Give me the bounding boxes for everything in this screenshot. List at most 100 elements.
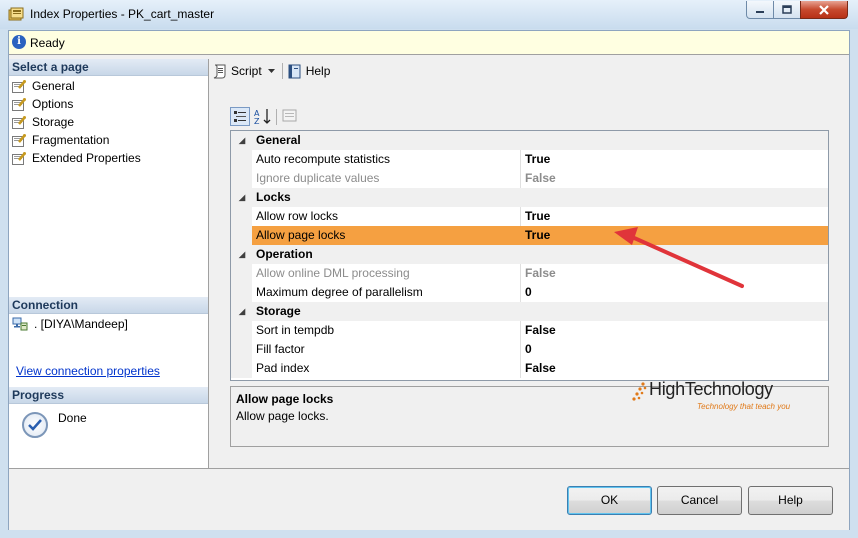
page-item-options[interactable]: Options bbox=[12, 95, 73, 113]
property-name: Allow online DML processing bbox=[256, 266, 410, 280]
category-name: Operation bbox=[256, 247, 313, 261]
property-row[interactable]: Fill factor 0 bbox=[231, 340, 828, 359]
page-item-fragmentation[interactable]: Fragmentation bbox=[12, 131, 109, 149]
property-row[interactable]: Ignore duplicate values False bbox=[231, 169, 828, 188]
close-icon bbox=[819, 4, 829, 15]
grid-toolbar-separator bbox=[276, 109, 277, 125]
toolbar-separator bbox=[281, 63, 283, 79]
page-wrench-icon bbox=[12, 97, 26, 111]
property-grid-toolbar: AZ bbox=[230, 107, 303, 127]
hightechnology-watermark: HighTechnology Technology that teach you bbox=[625, 379, 805, 417]
property-value: 0 bbox=[525, 285, 532, 299]
watermark-brand: HighTechnology bbox=[649, 379, 773, 399]
description-title: Allow page locks bbox=[236, 392, 334, 406]
property-name: Auto recompute statistics bbox=[256, 152, 391, 166]
page-item-label: Fragmentation bbox=[32, 133, 110, 147]
view-connection-properties-link[interactable]: View connection properties bbox=[16, 364, 160, 378]
categorized-icon bbox=[234, 111, 246, 122]
page-wrench-icon bbox=[12, 115, 26, 129]
cancel-button[interactable]: Cancel bbox=[657, 486, 742, 515]
window-title: Index Properties - PK_cart_master bbox=[30, 7, 215, 21]
page-wrench-icon bbox=[12, 79, 26, 93]
info-icon: i bbox=[12, 35, 26, 49]
page-item-general[interactable]: General bbox=[12, 77, 75, 95]
description-text: Allow page locks. bbox=[236, 409, 329, 423]
category-name: General bbox=[256, 133, 301, 147]
page-item-label: Options bbox=[32, 97, 74, 111]
page-item-extended-properties[interactable]: Extended Properties bbox=[12, 149, 141, 167]
logo-dots-icon bbox=[632, 382, 647, 401]
close-button[interactable] bbox=[800, 1, 848, 19]
category-name: Storage bbox=[256, 304, 301, 318]
page-selector-pane: Select a page General Options Storage Fr… bbox=[9, 59, 209, 468]
property-name: Maximum degree of parallelism bbox=[256, 285, 423, 299]
script-dropdown[interactable] bbox=[267, 68, 275, 74]
alphabetical-button[interactable]: AZ bbox=[253, 107, 273, 126]
property-row-selected[interactable]: Allow page locks True bbox=[231, 226, 828, 245]
help-book-icon bbox=[288, 64, 301, 78]
categorized-button[interactable] bbox=[230, 107, 250, 126]
script-icon bbox=[213, 64, 226, 78]
minimize-icon bbox=[756, 10, 764, 13]
property-row[interactable]: Auto recompute statistics True bbox=[231, 150, 828, 169]
index-properties-icon bbox=[8, 7, 24, 21]
property-row[interactable]: Sort in tempdb False bbox=[231, 321, 828, 340]
server-connection-icon bbox=[12, 317, 28, 331]
page-item-label: Storage bbox=[32, 115, 75, 129]
property-value: 0 bbox=[525, 342, 532, 356]
category-name: Locks bbox=[256, 190, 291, 204]
help-dialog-button[interactable]: Help bbox=[748, 486, 833, 515]
page-wrench-icon bbox=[12, 151, 26, 165]
page-item-storage[interactable]: Storage bbox=[12, 113, 74, 131]
progress-status-text: Done bbox=[58, 411, 87, 425]
connection-item: . [DIYA\Mandeep] bbox=[12, 317, 128, 331]
property-value: False bbox=[525, 361, 556, 375]
category-row-general[interactable]: ◢ General bbox=[231, 131, 828, 150]
property-row[interactable]: Allow online DML processing False bbox=[231, 264, 828, 283]
status-text: Ready bbox=[30, 36, 65, 50]
progress-header: Progress bbox=[9, 387, 208, 404]
property-value: True bbox=[525, 228, 551, 242]
svg-text:Z: Z bbox=[254, 117, 260, 126]
help-button[interactable]: Help bbox=[287, 64, 331, 79]
property-name: Ignore duplicate values bbox=[256, 171, 380, 185]
category-row-locks[interactable]: ◢ Locks bbox=[231, 188, 828, 207]
category-row-operation[interactable]: ◢ Operation bbox=[231, 245, 828, 264]
property-name: Allow row locks bbox=[256, 209, 339, 223]
title-bar[interactable]: Index Properties - PK_cart_master bbox=[0, 0, 858, 29]
property-row[interactable]: Maximum degree of parallelism 0 bbox=[231, 283, 828, 302]
property-name: Pad index bbox=[256, 361, 310, 375]
page-item-label: General bbox=[32, 79, 75, 93]
main-toolbar: Script Help bbox=[212, 61, 330, 81]
help-label: Help bbox=[305, 64, 331, 78]
ok-button[interactable]: OK bbox=[567, 486, 652, 515]
minimize-button[interactable] bbox=[746, 1, 774, 19]
property-pages-button[interactable] bbox=[280, 107, 300, 126]
sort-alphabetical-icon: AZ bbox=[254, 109, 271, 126]
select-page-header: Select a page bbox=[9, 59, 208, 76]
property-row[interactable]: Pad index False bbox=[231, 359, 828, 378]
collapse-triangle-icon[interactable]: ◢ bbox=[239, 245, 245, 264]
property-name: Sort in tempdb bbox=[256, 323, 335, 337]
chevron-down-icon bbox=[267, 68, 275, 73]
category-row-storage[interactable]: ◢ Storage bbox=[231, 302, 828, 321]
checkmark-icon bbox=[22, 412, 48, 438]
status-bar: i Ready bbox=[9, 31, 849, 55]
collapse-triangle-icon[interactable]: ◢ bbox=[239, 188, 245, 207]
property-pages-icon bbox=[282, 109, 297, 122]
property-name: Fill factor bbox=[256, 342, 305, 356]
dialog-button-bar: OK Cancel Help bbox=[9, 468, 849, 530]
script-button[interactable]: Script bbox=[212, 64, 262, 79]
property-value: False bbox=[525, 323, 556, 337]
property-row[interactable]: Allow row locks True bbox=[231, 207, 828, 226]
connection-header: Connection bbox=[9, 297, 208, 314]
watermark-tagline: Technology that teach you bbox=[697, 402, 791, 411]
maximize-icon bbox=[782, 5, 792, 14]
property-value: True bbox=[525, 152, 551, 166]
maximize-button[interactable] bbox=[773, 1, 801, 19]
progress-status: Done bbox=[22, 411, 87, 438]
page-item-label: Extended Properties bbox=[32, 151, 141, 165]
property-grid: ◢ General Auto recompute statistics True… bbox=[230, 130, 829, 381]
collapse-triangle-icon[interactable]: ◢ bbox=[239, 131, 245, 150]
collapse-triangle-icon[interactable]: ◢ bbox=[239, 302, 245, 321]
